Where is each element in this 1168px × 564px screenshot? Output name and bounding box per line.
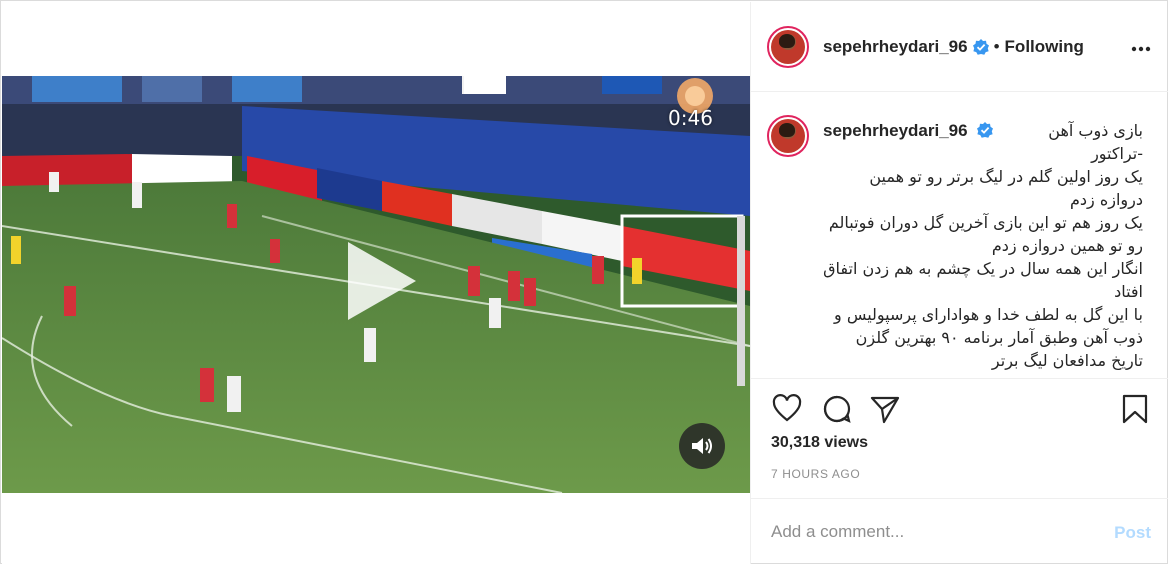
heart-icon[interactable]	[771, 393, 803, 425]
comment-input[interactable]	[771, 521, 1091, 543]
verified-badge-icon	[972, 38, 989, 55]
post-button[interactable]: Post	[1114, 523, 1151, 543]
play-icon[interactable]	[336, 236, 426, 326]
caption-text: بازی ذوب آهن -تراکتور یک روز اولین گلم د…	[823, 121, 1143, 370]
video-timer: 0:46	[668, 106, 713, 130]
comment-icon[interactable]	[821, 393, 853, 425]
view-count[interactable]: 30,318 views	[771, 434, 868, 452]
avatar[interactable]	[767, 25, 809, 68]
caption-area: sepehrheydari_96 بازی ذوب آهن -تراکتور ی…	[751, 93, 1168, 378]
caption-verified-badge-icon	[977, 122, 994, 138]
post-modal: 0:46 sepehrheydari_96 • Following sepehr…	[0, 0, 1168, 564]
header-username[interactable]: sepehrheydari_96	[823, 37, 968, 57]
video-player[interactable]: 0:46	[2, 76, 750, 493]
caption-body: sepehrheydari_96 بازی ذوب آهن -تراکتور ی…	[823, 115, 1143, 378]
more-horizontal-icon[interactable]	[1131, 35, 1151, 55]
action-bar	[751, 378, 1168, 438]
caption-username[interactable]: sepehrheydari_96	[823, 121, 968, 140]
bookmark-icon[interactable]	[1119, 393, 1151, 425]
share-icon[interactable]	[869, 393, 901, 425]
post-sidebar: sepehrheydari_96 • Following sepehrheyda…	[750, 2, 1168, 564]
post-header: sepehrheydari_96 • Following	[751, 2, 1168, 92]
comment-bar: Post	[751, 498, 1168, 564]
media-panel: 0:46	[2, 2, 750, 564]
caption-avatar[interactable]	[767, 115, 809, 157]
following-button[interactable]: Following	[1005, 37, 1084, 57]
post-timestamp[interactable]: 7 HOURS AGO	[771, 467, 860, 481]
speaker-icon[interactable]	[679, 423, 725, 469]
header-separator: •	[993, 36, 1000, 56]
